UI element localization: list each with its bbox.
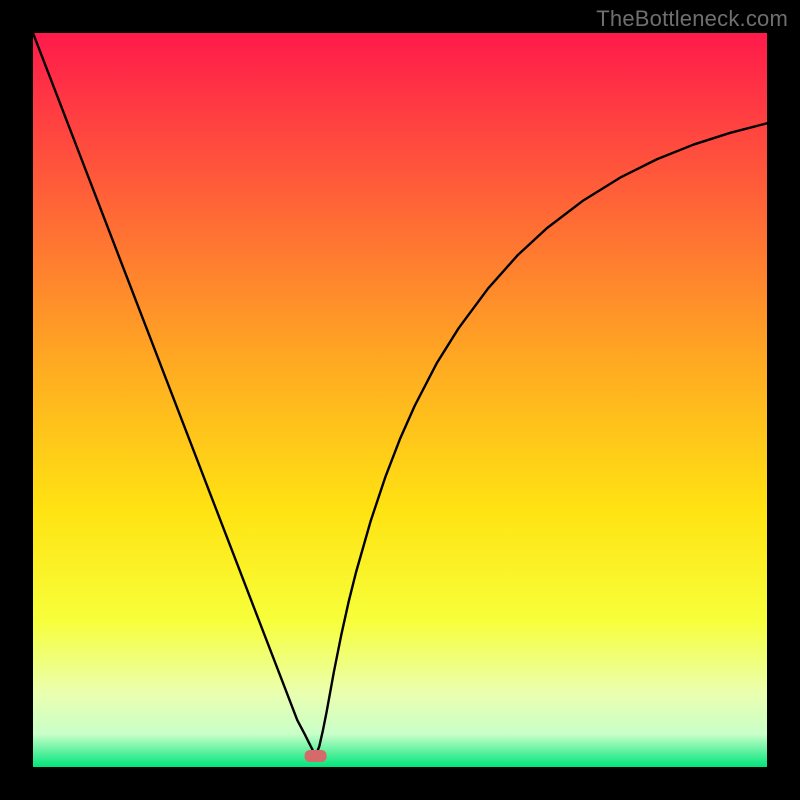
gradient-background — [33, 33, 767, 767]
minimum-marker — [305, 750, 327, 762]
watermark-text: TheBottleneck.com — [596, 6, 788, 32]
chart-frame: TheBottleneck.com — [0, 0, 800, 800]
plot-area — [33, 33, 767, 767]
bottleneck-chart — [33, 33, 767, 767]
